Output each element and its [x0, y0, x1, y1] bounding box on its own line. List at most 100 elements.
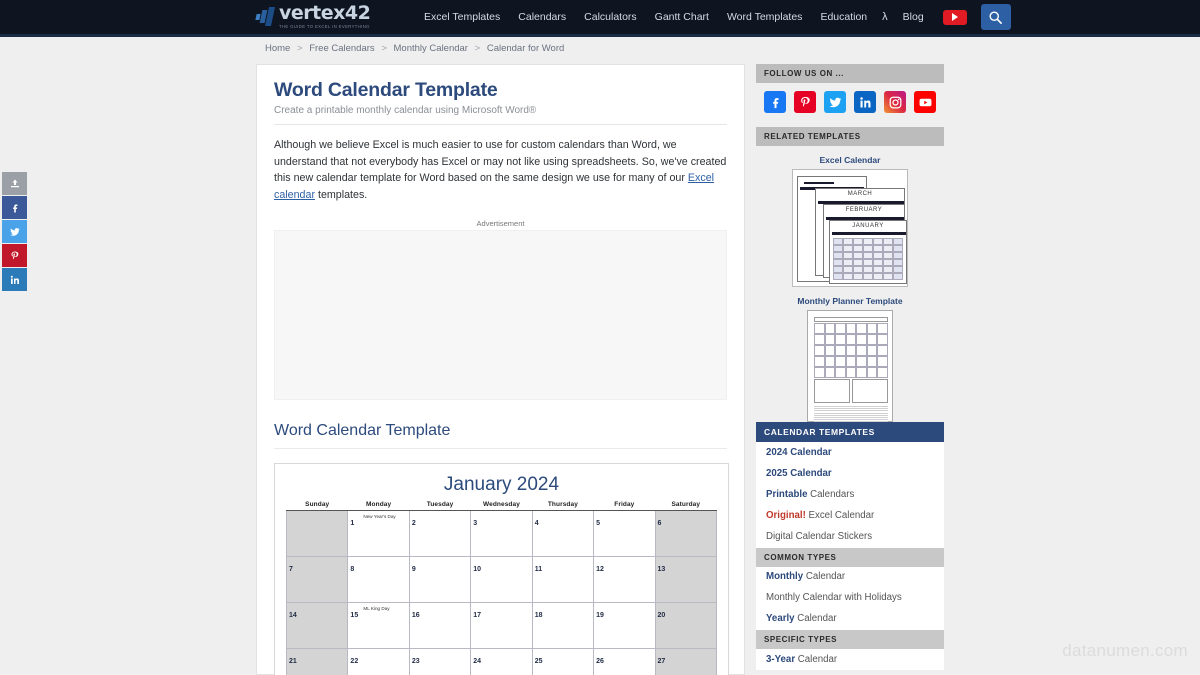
facebook-link[interactable] [764, 91, 786, 113]
pinterest-link[interactable] [794, 91, 816, 113]
calendar-day-number: 12 [596, 566, 604, 574]
weekday-header-tuesday: Tuesday [409, 501, 471, 512]
share-arrow-icon [10, 179, 19, 187]
right-sidebar: FOLLOW US ON ... RELATED TEMPLATES Excel… [756, 64, 944, 671]
calendar-day-cell: 20 [654, 602, 718, 650]
linkedin-icon [10, 275, 19, 284]
page-title: Word Calendar Template [274, 79, 498, 101]
calendar-month-title: January 2024 [443, 474, 560, 496]
share-twitter-button[interactable] [2, 220, 27, 243]
follow-us-heading: FOLLOW US ON ... [756, 64, 944, 83]
calendar-day-cell: 23 [408, 648, 472, 675]
social-links-row [756, 83, 944, 127]
site-logo[interactable]: vertex42 THE GUIDE TO EXCEL IN EVERYTHIN… [255, 2, 395, 32]
sidebar-link[interactable]: Monthly Calendar with Holidays [756, 588, 944, 609]
related-thumb-excel-calendar[interactable]: Excel Calendar MARCH FEBRUARY JANUARY [756, 146, 944, 287]
youtube-icon [919, 98, 931, 106]
calendar-day-cell: 11 [531, 556, 595, 604]
thumb-month-february: FEBRUARY [845, 207, 883, 213]
sidebar-link[interactable]: 3-Year Calendar [756, 649, 944, 670]
nav-item-gantt-chart[interactable]: Gantt Chart [646, 11, 718, 23]
share-pinterest-button[interactable] [2, 244, 27, 267]
youtube-link[interactable] [914, 91, 936, 113]
related-thumb-monthly-planner[interactable]: Monthly Planner Template [756, 287, 944, 423]
sidebar-link-emphasis: 3-Year [766, 653, 796, 665]
calendar-day-number: 3 [473, 520, 478, 528]
calendar-day-cell: 14 [285, 602, 349, 650]
instagram-icon [889, 96, 901, 108]
calendar-day-number: 16 [411, 612, 420, 620]
common-types-heading: COMMON TYPES [756, 547, 944, 567]
calendar-week-row: 1 New Year's Day 2 3 4 5 6 [285, 510, 718, 558]
sidebar-link[interactable]: Original! Excel Calendar [756, 505, 944, 526]
calendar-day-number: 17 [473, 612, 482, 620]
sidebar-link[interactable]: Yearly Calendar [756, 609, 944, 630]
thumb-sheet-january: JANUARY [829, 220, 907, 284]
sidebar-link[interactable]: 2024 Calendar [756, 442, 944, 463]
weekday-header-monday: Monday [347, 501, 410, 512]
intro-text-before: Although we believe Excel is much easier… [274, 139, 727, 185]
breadcrumb: Home > Free Calendars > Monthly Calendar… [265, 43, 564, 54]
breadcrumb-item-calendar-for-word[interactable]: Calendar for Word [487, 43, 564, 54]
common-types-list: Monthly Calendar Monthly Calendar with Ho… [756, 566, 944, 630]
calendar-day-number: 24 [473, 658, 482, 666]
watermark: datanumen.com [1062, 641, 1188, 660]
breadcrumb-item-monthly-calendar[interactable]: Monthly Calendar [394, 43, 468, 54]
breadcrumb-item-home[interactable]: Home [265, 43, 290, 54]
sidebar-link[interactable]: Digital Calendar Stickers [756, 527, 944, 548]
calendar-grid: Sunday Monday Tuesday Wednesday Thursday… [285, 501, 718, 675]
nav-item-word-templates[interactable]: Word Templates [718, 11, 811, 23]
share-facebook-button[interactable] [2, 196, 27, 219]
nav-item-excel-templates[interactable]: Excel Templates [415, 11, 509, 23]
instagram-link[interactable] [884, 91, 906, 113]
calendar-day-number: 5 [596, 520, 601, 528]
nav-item-blog[interactable]: Blog [894, 11, 933, 23]
calendar-day-cell: 21 [285, 648, 349, 675]
sidebar-link[interactable]: Monthly Calendar [756, 567, 944, 588]
share-icon[interactable] [2, 172, 27, 195]
breadcrumb-item-free-calendars[interactable]: Free Calendars [309, 43, 374, 54]
sidebar-link[interactable]: Printable Calendars [756, 484, 944, 505]
calendar-day-cell: 27 [654, 648, 718, 675]
youtube-icon[interactable] [942, 9, 967, 25]
weekday-header-wednesday: Wednesday [470, 501, 533, 512]
related-templates-heading: RELATED TEMPLATES [756, 127, 944, 146]
calendar-day-cell: 6 [654, 510, 718, 558]
nav-item-calendars[interactable]: Calendars [509, 11, 575, 23]
weekday-header-thursday: Thursday [532, 501, 594, 512]
calendar-day-cell: 1 New Year's Day [347, 510, 410, 558]
calendar-day-cell: 5 [593, 510, 656, 558]
share-linkedin-button[interactable] [2, 268, 27, 291]
calendar-day-number: 1 [350, 520, 355, 528]
sidebar-link[interactable]: 2025 Calendar [756, 463, 944, 484]
calendar-day-cell: 26 [593, 648, 656, 675]
calendar-preview[interactable]: January 2024 Sunday Monday Tuesday Wedne… [274, 463, 729, 675]
excel-calendar-thumbnail: MARCH FEBRUARY JANUARY [792, 169, 908, 287]
calendar-day-number: 19 [596, 612, 604, 620]
calendar-day-number: 22 [350, 658, 359, 666]
twitter-link[interactable] [824, 91, 846, 113]
nav-item-calculators[interactable]: Calculators [575, 11, 646, 23]
linkedin-icon [859, 96, 870, 107]
calendar-day-number: 4 [534, 520, 539, 528]
advertisement-label: Advertisement [476, 219, 525, 229]
search-icon [989, 11, 1003, 24]
calendar-holiday-label: New Year's Day [363, 513, 396, 519]
pinterest-icon [11, 251, 18, 259]
nav-item-lambda[interactable]: λ [876, 11, 894, 23]
search-button[interactable] [980, 4, 1011, 30]
calendar-day-number: 23 [411, 658, 420, 666]
intro-text-after: templates. [315, 188, 368, 201]
top-navigation-bar: vertex42 THE GUIDE TO EXCEL IN EVERYTHIN… [0, 0, 1200, 34]
nav-item-education[interactable]: Education [811, 11, 876, 23]
facebook-icon [12, 204, 17, 212]
calendar-body: 1 New Year's Day 2 3 4 5 6 7 8 9 10 11 12 13 14 15 ML Ki… [285, 510, 718, 675]
calendar-holiday-label: ML King Day [363, 605, 390, 611]
calendar-week-row: 21 22 23 24 25 26 27 [285, 648, 718, 675]
calendar-day-number: 27 [657, 658, 666, 666]
calendar-day-cell: 16 [408, 602, 472, 650]
calendar-day-number: 21 [289, 658, 297, 666]
linkedin-link[interactable] [854, 91, 876, 113]
pinterest-icon [800, 96, 810, 107]
calendar-day-cell: 25 [531, 648, 595, 675]
